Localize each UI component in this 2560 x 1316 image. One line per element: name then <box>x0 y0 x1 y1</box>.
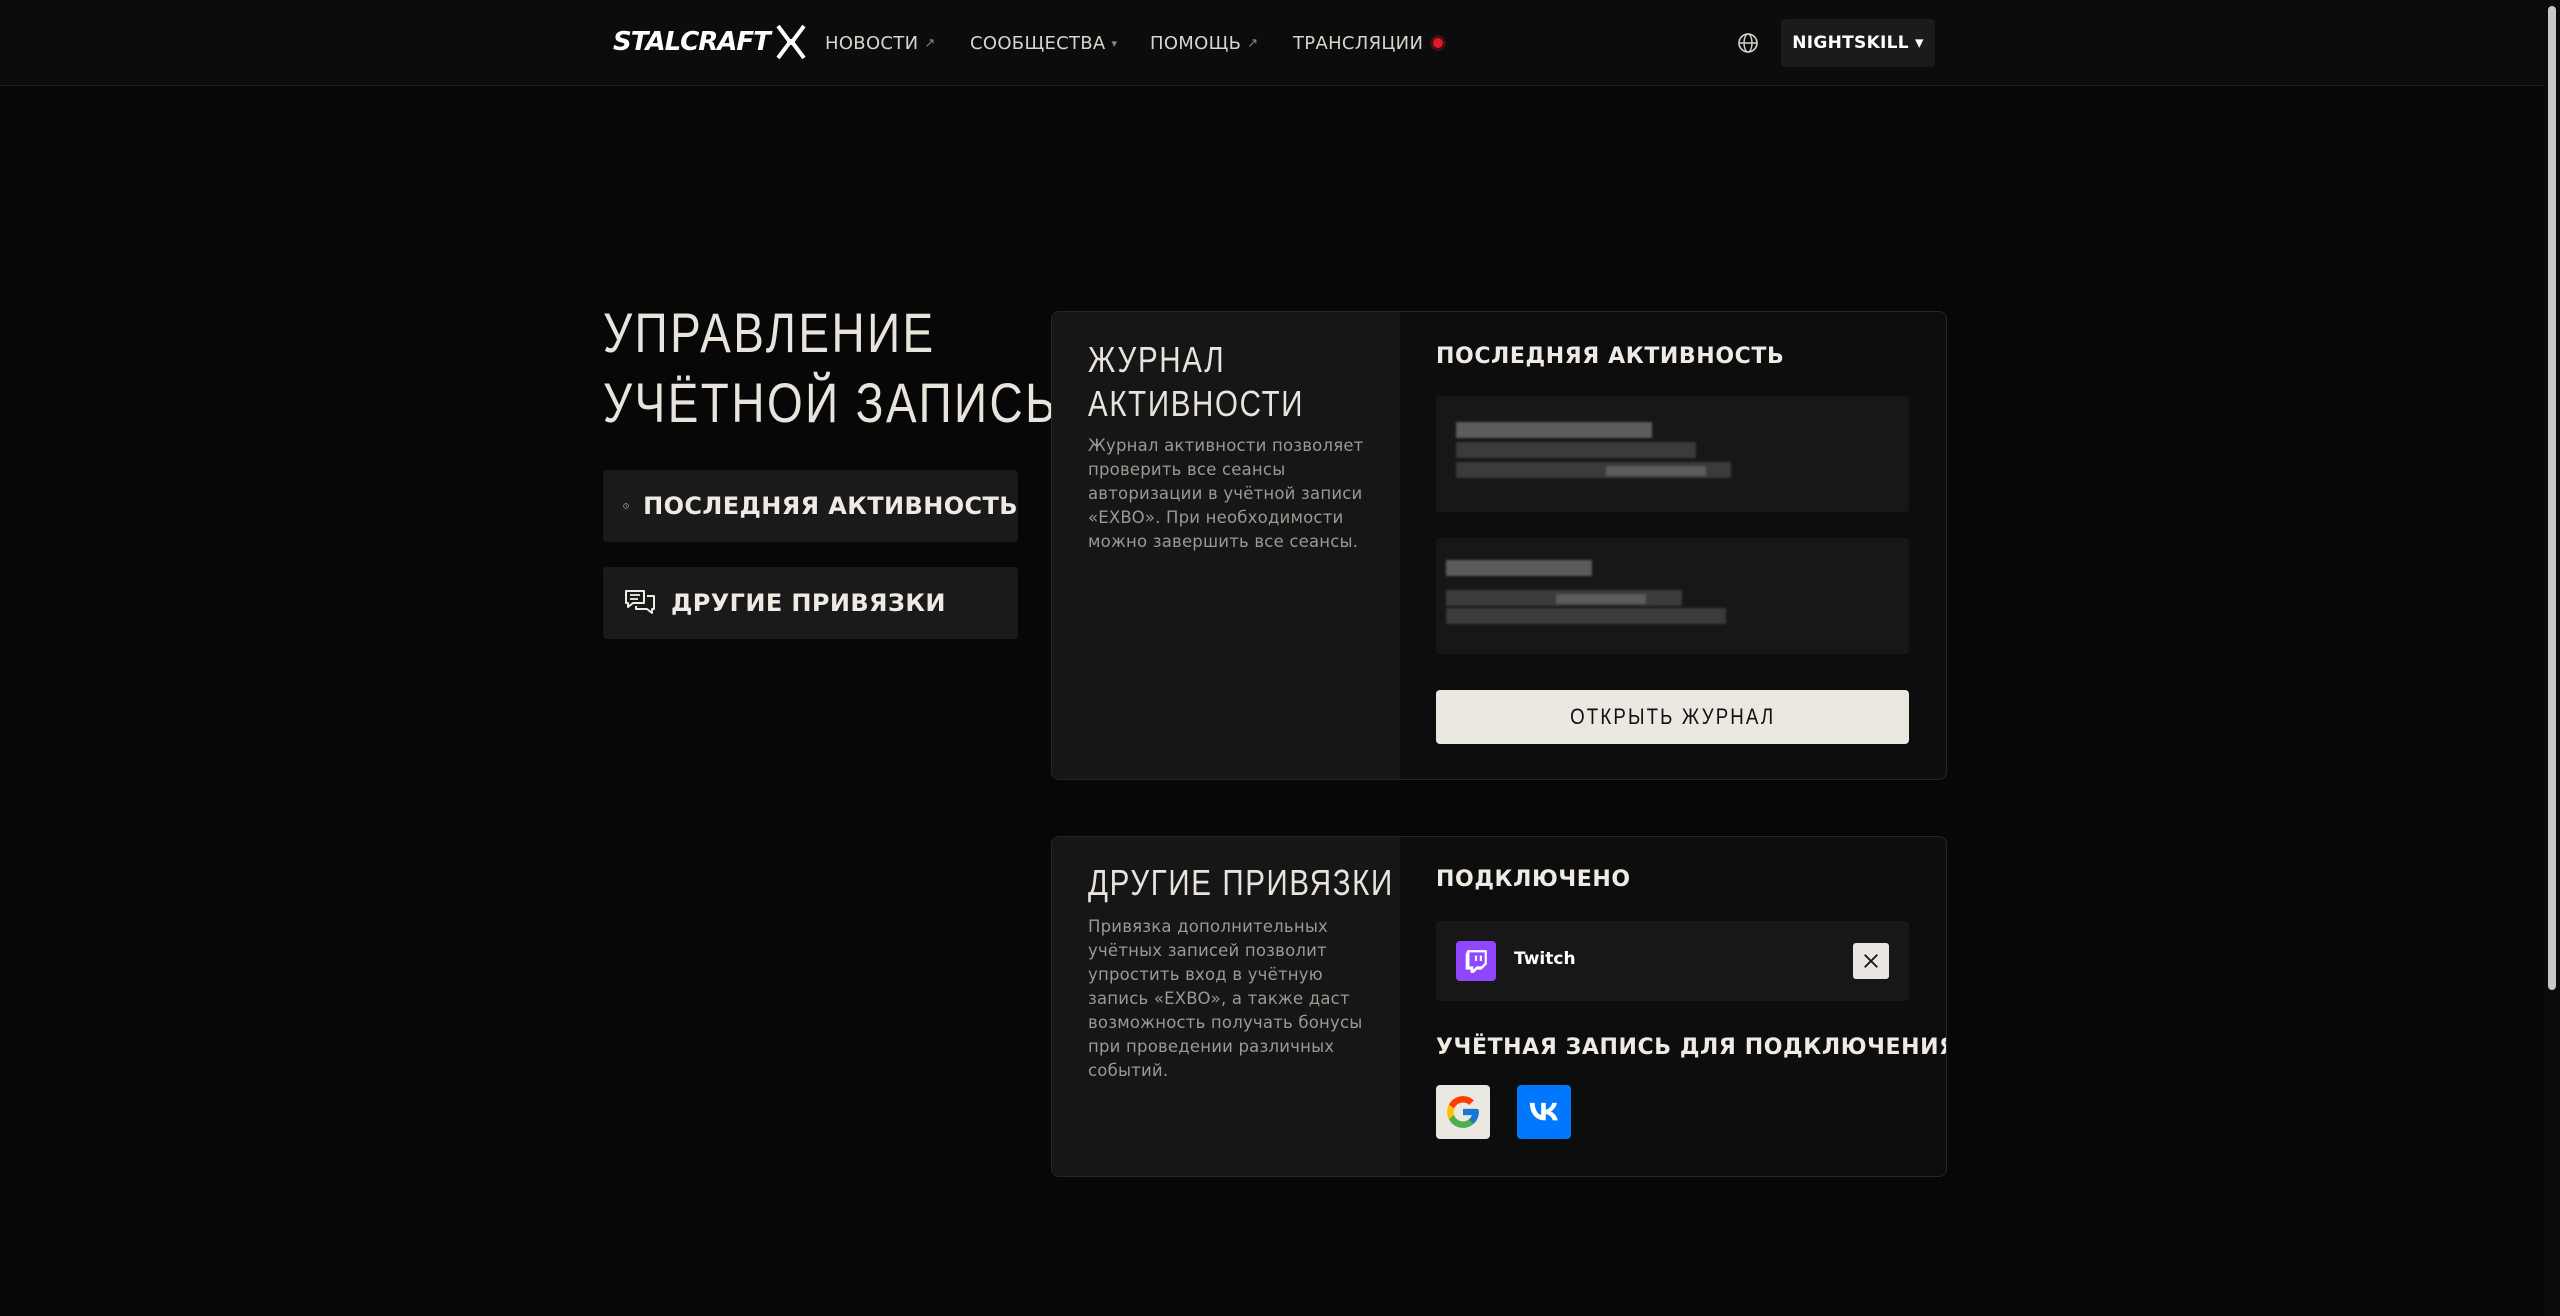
close-icon <box>1864 954 1878 968</box>
stalcraft-logo[interactable]: STALCRAFT <box>613 24 808 60</box>
user-menu-button[interactable]: NIGHTSKILL ▾ <box>1781 19 1935 67</box>
nav-item-communities[interactable]: СООБЩЕСТВА ▾ <box>970 30 1117 56</box>
nav-communities-label: СООБЩЕСТВА <box>970 32 1106 54</box>
connected-account-name: Twitch <box>1514 949 1576 969</box>
twitch-logo-icon <box>1465 950 1487 973</box>
twitch-icon <box>1456 941 1496 981</box>
nav-help-label: ПОМОЩЬ <box>1150 32 1242 54</box>
connected-account-row: Twitch <box>1436 921 1909 1001</box>
session-entry <box>1436 538 1909 654</box>
scrollbar-thumb[interactable] <box>2548 6 2556 990</box>
username: NIGHTSKILL <box>1792 33 1909 53</box>
open-log-button[interactable]: ОТКРЫТЬ ЖУРНАЛ <box>1436 690 1909 744</box>
live-indicator-icon <box>1433 38 1444 48</box>
connected-title: ПОДКЛЮЧЕНО <box>1436 867 1631 892</box>
recent-activity-title: ПОСЛЕДНЯЯ АКТИВНОСТЬ <box>1436 344 1785 369</box>
connect-vk-button[interactable] <box>1517 1085 1571 1139</box>
activity-heading-line2: АКТИВНОСТИ <box>1088 383 1305 424</box>
sidebar-item-label: ДРУГИЕ ПРИВЯЗКИ <box>671 589 946 617</box>
nav-item-news[interactable]: НОВОСТИ ↗ <box>825 30 936 56</box>
chevron-down-icon: ▾ <box>1914 33 1924 53</box>
chevron-down-icon: ▾ <box>1111 36 1118 50</box>
activity-heading-line1: ЖУРНАЛ <box>1088 339 1226 380</box>
open-log-button-label: ОТКРЫТЬ ЖУРНАЛ <box>1569 704 1776 729</box>
nav-item-help[interactable]: ПОМОЩЬ ↗ <box>1150 30 1258 56</box>
page-scrollbar[interactable] <box>2544 0 2560 1316</box>
clock-icon <box>623 503 629 509</box>
external-link-icon: ↗ <box>924 35 936 51</box>
activity-info-panel: ЖУРНАЛ АКТИВНОСТИ Журнал активности позв… <box>1052 312 1400 779</box>
session-entry <box>1436 396 1909 512</box>
sidebar-item-other-links[interactable]: ДРУГИЕ ПРИВЯЗКИ <box>603 567 1018 639</box>
nav-streams-label: ТРАНСЛЯЦИИ <box>1293 32 1424 54</box>
chat-bubbles-icon <box>625 590 655 614</box>
connect-google-button[interactable] <box>1436 1085 1490 1139</box>
links-info-panel: ДРУГИЕ ПРИВЯЗКИ Привязка дополнительных … <box>1052 837 1400 1176</box>
links-content: ПОДКЛЮЧЕНО Twitch УЧЁТНАЯ ЗАПИСЬ ДЛЯ ПОД… <box>1400 837 1946 1176</box>
external-link-icon: ↗ <box>1247 35 1259 51</box>
google-icon <box>1447 1096 1479 1128</box>
page-title: УПРАВЛЕНИЕ УЧЁТНОЙ ЗАПИСЬЮ <box>603 298 1107 438</box>
page-title-line2: УЧЁТНОЙ ЗАПИСЬЮ <box>603 371 1107 434</box>
globe-icon[interactable] <box>1737 32 1759 54</box>
links-description: Привязка дополнительных учётных записей … <box>1088 917 1363 1080</box>
activity-description: Журнал активности позволяет проверить вс… <box>1088 436 1364 551</box>
available-accounts-title: УЧЁТНАЯ ЗАПИСЬ ДЛЯ ПОДКЛЮЧЕНИЯ: <box>1436 1035 1947 1060</box>
activity-content: ПОСЛЕДНЯЯ АКТИВНОСТЬ ОТКРЫТЬ ЖУРНАЛ <box>1400 312 1946 779</box>
unlink-twitch-button[interactable] <box>1853 943 1889 979</box>
logo-text: STALCRAFT <box>613 27 771 57</box>
nav-item-streams[interactable]: ТРАНСЛЯЦИИ <box>1293 30 1444 56</box>
nav-news-label: НОВОСТИ <box>825 32 919 54</box>
crossed-knives-icon <box>776 24 806 60</box>
sidebar-item-label: ПОСЛЕДНЯЯ АКТИВНОСТЬ <box>643 492 1018 520</box>
vk-icon <box>1529 1102 1558 1121</box>
page-title-line1: УПРАВЛЕНИЕ <box>603 301 936 364</box>
top-navigation-bar: STALCRAFT НОВОСТИ ↗ СООБЩЕСТВА ▾ ПОМОЩЬ … <box>0 0 2560 86</box>
activity-heading: ЖУРНАЛ АКТИВНОСТИ <box>1088 338 1334 426</box>
links-heading: ДРУГИЕ ПРИВЯЗКИ <box>1088 862 1394 903</box>
other-links-card: ДРУГИЕ ПРИВЯЗКИ Привязка дополнительных … <box>1051 836 1947 1177</box>
sidebar-item-recent-activity[interactable]: ПОСЛЕДНЯЯ АКТИВНОСТЬ <box>603 470 1018 542</box>
activity-log-card: ЖУРНАЛ АКТИВНОСТИ Журнал активности позв… <box>1051 311 1947 780</box>
